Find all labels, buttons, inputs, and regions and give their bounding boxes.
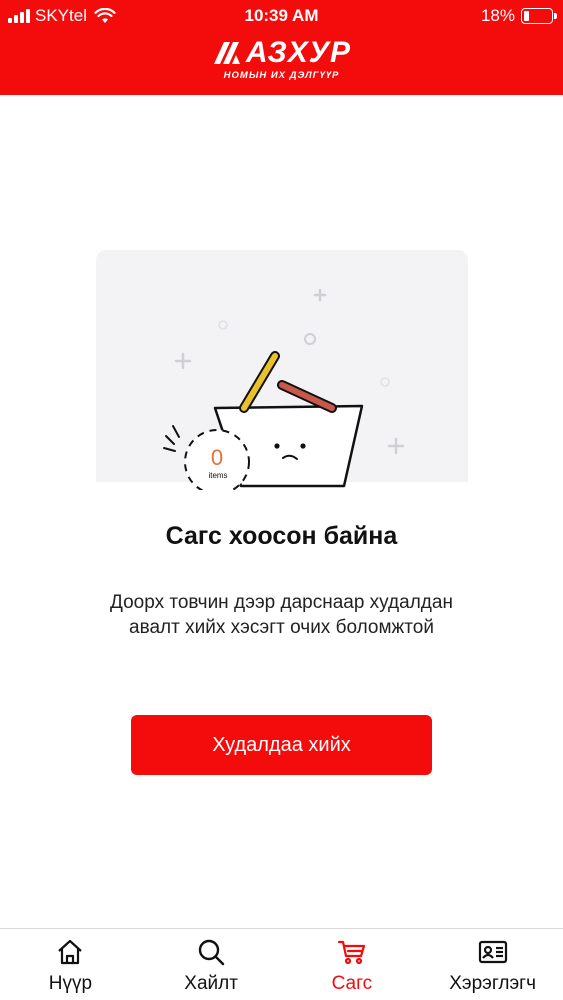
store-logo[interactable]: АЗХУР НОМЫН ИХ ДЭЛГҮҮР — [0, 38, 563, 81]
app-header: SKYtel 10:39 AM 18% АЗХУР НОМЫН ИХ ДЭЛГҮ… — [0, 0, 563, 95]
empty-cart-title: Сагс хоосон байна — [165, 522, 398, 550]
nav-item-search[interactable]: Хайлт — [141, 929, 282, 1000]
items-badge: 0 items — [163, 425, 250, 490]
empty-cart-illustration: 0 items — [96, 250, 468, 490]
go-shopping-button[interactable]: Худалдаа хийх — [131, 715, 432, 775]
search-icon — [198, 939, 225, 966]
status-time: 10:39 AM — [244, 6, 319, 25]
nav-label-user: Хэрэглэгч — [449, 973, 536, 994]
status-bar: SKYtel 10:39 AM 18% — [0, 0, 563, 32]
items-count: 0 — [211, 445, 223, 470]
nav-label-search: Хайлт — [184, 973, 238, 994]
nav-item-home[interactable]: Нүүр — [0, 929, 141, 1000]
nav-label-cart: Сагс — [331, 973, 373, 994]
empty-cart-description: Доорх товчин дээр дарснаар худалдан авал… — [110, 592, 453, 638]
battery-icon — [521, 8, 557, 24]
home-icon — [58, 939, 83, 965]
bubble-icon — [304, 333, 316, 345]
logo-subtitle: НОМЫН ИХ ДЭЛГҮҮР — [223, 70, 340, 81]
cart-icon — [337, 940, 365, 965]
user-card-icon — [478, 940, 507, 964]
bottom-navigation: Нүүр Хайлт Сагс Хэрэглэгч — [0, 928, 563, 1000]
nav-item-cart[interactable]: Сагс — [282, 929, 423, 1000]
items-label: items — [208, 471, 227, 480]
logo-text: АЗХУР — [245, 36, 352, 69]
bubble-icon — [380, 377, 390, 387]
nav-label-home: Нүүр — [48, 973, 93, 994]
bubble-icon — [218, 320, 228, 330]
battery-percent: 18% — [480, 6, 515, 25]
logo-mark-icon — [213, 42, 240, 64]
nav-item-user[interactable]: Хэрэглэгч — [422, 929, 563, 1000]
